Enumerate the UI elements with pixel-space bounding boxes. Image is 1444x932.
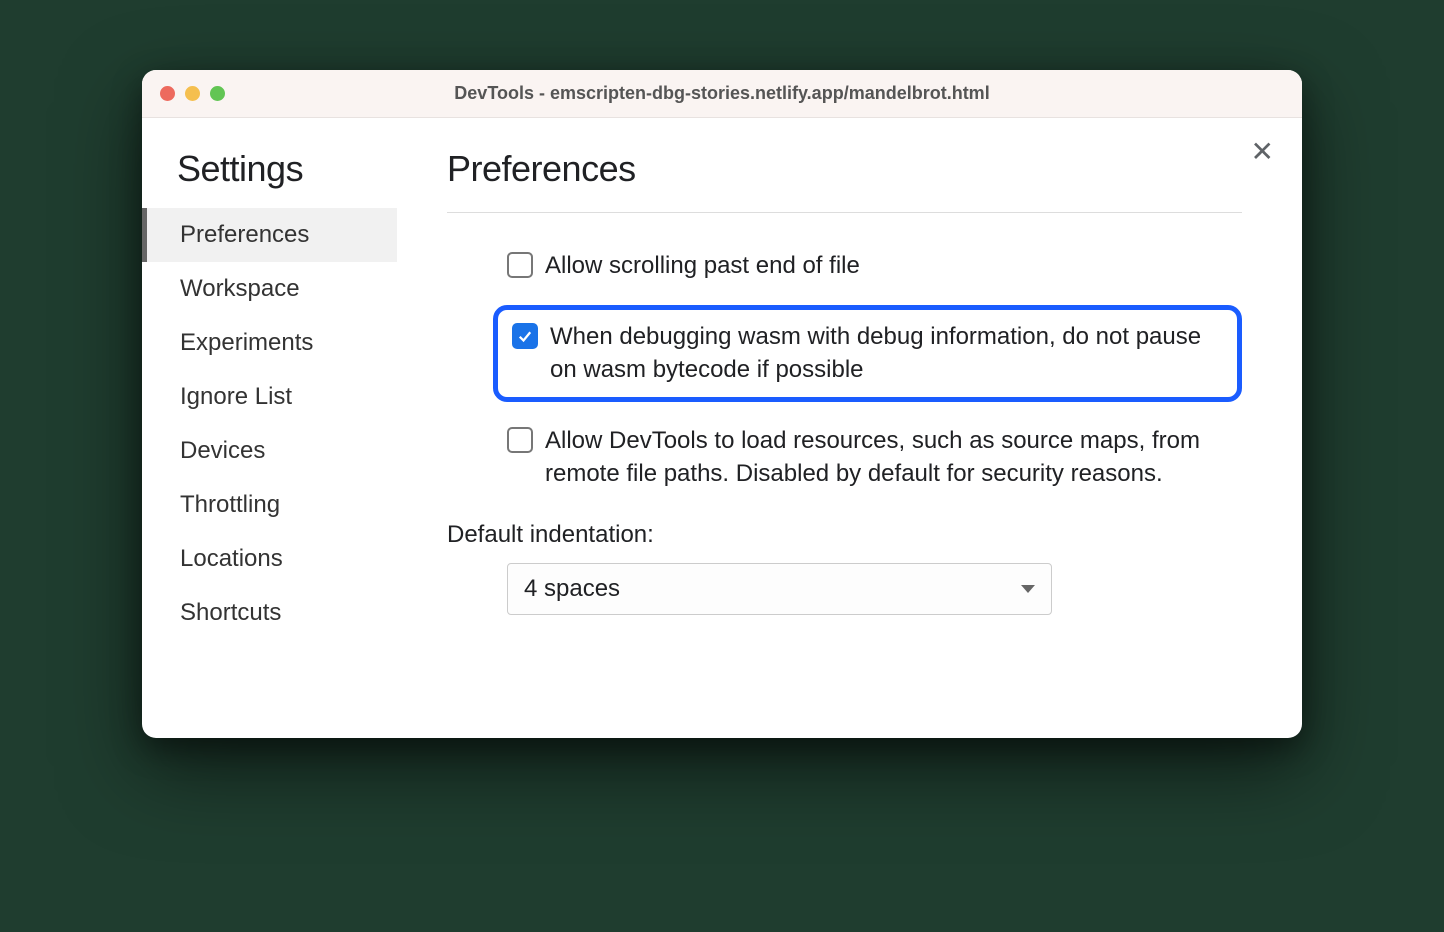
content-area: ✕ Settings Preferences Workspace Experim…	[142, 118, 1302, 738]
window-title: DevTools - emscripten-dbg-stories.netlif…	[142, 83, 1302, 104]
select-value: 4 spaces	[524, 575, 620, 603]
close-window-button[interactable]	[160, 86, 175, 101]
option-allow-scroll-past-end[interactable]: Allow scrolling past end of file	[493, 241, 1242, 291]
sidebar-item-label: Shortcuts	[180, 599, 281, 626]
checkbox-wasm-no-pause[interactable]	[512, 323, 538, 349]
sidebar-title: Settings	[142, 148, 397, 208]
checkbox-allow-remote-paths[interactable]	[507, 427, 533, 453]
sidebar-item-label: Workspace	[180, 275, 300, 302]
sidebar-item-devices[interactable]: Devices	[142, 424, 397, 478]
sidebar-item-label: Ignore List	[180, 383, 292, 410]
sidebar-item-throttling[interactable]: Throttling	[142, 478, 397, 532]
sidebar-item-label: Throttling	[180, 491, 280, 518]
indentation-label: Default indentation:	[447, 521, 1242, 549]
window: DevTools - emscripten-dbg-stories.netlif…	[142, 70, 1302, 738]
option-label: Allow DevTools to load resources, such a…	[545, 424, 1228, 491]
sidebar-item-shortcuts[interactable]: Shortcuts	[142, 586, 397, 640]
option-label: Allow scrolling past end of file	[545, 249, 860, 283]
titlebar: DevTools - emscripten-dbg-stories.netlif…	[142, 70, 1302, 118]
sidebar-item-label: Experiments	[180, 329, 313, 356]
sidebar-item-locations[interactable]: Locations	[142, 532, 397, 586]
indentation-select[interactable]: 4 spaces	[507, 563, 1052, 615]
sidebar-item-label: Devices	[180, 437, 265, 464]
minimize-window-button[interactable]	[185, 86, 200, 101]
close-icon[interactable]: ✕	[1251, 138, 1274, 166]
sidebar: Settings Preferences Workspace Experimen…	[142, 118, 397, 738]
sidebar-item-label: Preferences	[180, 221, 309, 248]
sidebar-item-ignore-list[interactable]: Ignore List	[142, 370, 397, 424]
page-title: Preferences	[447, 148, 1242, 213]
sidebar-item-preferences[interactable]: Preferences	[142, 208, 397, 262]
option-label: When debugging wasm with debug informati…	[550, 320, 1223, 387]
sidebar-item-experiments[interactable]: Experiments	[142, 316, 397, 370]
traffic-lights	[160, 86, 225, 101]
maximize-window-button[interactable]	[210, 86, 225, 101]
sidebar-item-workspace[interactable]: Workspace	[142, 262, 397, 316]
chevron-down-icon	[1021, 585, 1035, 593]
option-wasm-no-pause[interactable]: When debugging wasm with debug informati…	[493, 305, 1242, 402]
main-panel: Preferences Allow scrolling past end of …	[397, 118, 1302, 738]
sidebar-item-label: Locations	[180, 545, 283, 572]
checkbox-allow-scroll-past-end[interactable]	[507, 252, 533, 278]
option-allow-remote-paths[interactable]: Allow DevTools to load resources, such a…	[493, 416, 1242, 499]
